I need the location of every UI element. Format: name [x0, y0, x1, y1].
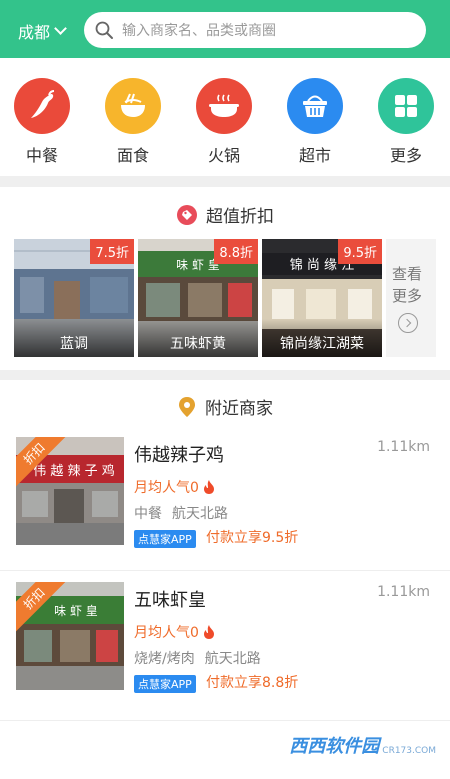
price-tag-icon	[176, 204, 198, 226]
flame-icon	[203, 625, 214, 639]
popularity-text: 月均人气0	[134, 625, 199, 641]
app-badge: 点慧家APP	[134, 530, 196, 548]
hotpot-icon	[196, 78, 252, 134]
deal-name: 锦尚缘江湖菜	[262, 319, 382, 357]
category-label: 火锅	[207, 146, 240, 165]
shop-name: 五味虾皇	[134, 590, 206, 611]
discount-badge: 8.8折	[214, 239, 258, 264]
chevron-down-icon	[54, 22, 67, 35]
deal-card[interactable]: 7.5折 蓝调	[14, 239, 134, 357]
category-chinese-food[interactable]: 中餐	[12, 78, 72, 166]
section-title: 超值折扣	[206, 207, 274, 227]
shop-area: 航天北路	[172, 506, 228, 522]
shop-meta: 中餐 航天北路	[134, 503, 228, 523]
flame-icon	[203, 480, 214, 494]
divider	[0, 570, 450, 571]
category-supermarket[interactable]: 超市	[285, 78, 345, 166]
chili-pepper-icon	[14, 78, 70, 134]
shop-popularity: 月均人气0	[134, 622, 216, 642]
discount-badge: 7.5折	[90, 239, 134, 264]
city-selector[interactable]: 成都	[18, 19, 67, 43]
popularity-text: 月均人气0	[134, 480, 199, 496]
svg-text:味 虾 皇: 味 虾 皇	[176, 258, 220, 272]
svg-text:味 虾 皇: 味 虾 皇	[54, 604, 98, 618]
section-header: 附近商家	[0, 394, 450, 419]
deal-card[interactable]: 味 虾 皇 8.8折 五味虾黄	[138, 239, 258, 357]
shop-list-item[interactable]: 味 虾 皇 折扣 五味虾皇 1.11km 月均人气0 烧烤/烤肉 航天北路 点慧家…	[0, 582, 450, 712]
category-label: 中餐	[25, 146, 58, 165]
section-title: 附近商家	[205, 399, 273, 419]
discount-badge: 9.5折	[338, 239, 382, 264]
category-row: 中餐 面食 火锅 超市 更多	[0, 58, 450, 176]
category-hotpot[interactable]: 火锅	[194, 78, 254, 166]
watermark-logo: 西西软件园 CR173.COM	[289, 732, 436, 758]
view-more-label: 查看更多	[392, 265, 423, 305]
search-placeholder: 输入商家名、品类或商圈	[122, 23, 276, 39]
shop-meta: 烧烤/烤肉 航天北路	[134, 648, 261, 668]
top-bar: 成都 输入商家名、品类或商圈	[0, 0, 450, 58]
shop-name: 伟越辣子鸡	[134, 445, 224, 466]
location-pin-icon	[177, 396, 197, 418]
category-more[interactable]: 更多	[376, 78, 436, 166]
shop-category: 中餐	[134, 506, 162, 522]
shop-distance: 1.11km	[377, 439, 430, 455]
pay-discount-text: 付款立享8.8折	[206, 675, 299, 691]
noodle-bowl-icon	[105, 78, 161, 134]
nearby-section: 附近商家 伟 越 辣 子 鸡 折扣 伟越辣子鸡 1.11km 月均人气0 中餐航…	[0, 380, 450, 720]
shop-popularity: 月均人气0	[134, 477, 216, 497]
pay-discount-text: 付款立享9.5折	[206, 530, 299, 546]
shop-thumbnail: 味 虾 皇 折扣	[16, 582, 124, 690]
deal-name: 五味虾黄	[138, 319, 258, 357]
view-more-button[interactable]: 查看更多	[386, 239, 436, 357]
search-input[interactable]: 输入商家名、品类或商圈	[84, 12, 426, 48]
grid-icon	[378, 78, 434, 134]
shop-thumbnail: 伟 越 辣 子 鸡 折扣	[16, 437, 124, 545]
chevron-right-icon	[398, 313, 418, 333]
category-label: 超市	[298, 146, 331, 165]
category-noodles[interactable]: 面食	[103, 78, 163, 166]
shop-distance: 1.11km	[377, 584, 430, 600]
shopping-basket-icon	[287, 78, 343, 134]
category-label: 更多	[389, 146, 422, 165]
city-label: 成都	[18, 23, 51, 42]
deal-name: 蓝调	[14, 319, 134, 357]
deal-card[interactable]: 锦 尚 缘 江 9.5折 锦尚缘江湖菜	[262, 239, 382, 357]
search-icon	[94, 20, 114, 40]
watermark-text: 西西软件园	[289, 736, 380, 757]
shop-area: 航天北路	[204, 651, 261, 667]
app-badge: 点慧家APP	[134, 675, 196, 693]
discount-section: 超值折扣 7.5折 蓝调 味 虾 皇 8.8折 五味虾黄 锦 尚 缘 江 9.5…	[0, 187, 450, 370]
shop-category: 烧烤/烤肉	[134, 651, 195, 667]
svg-text:伟 越 辣 子 鸡: 伟 越 辣 子 鸡	[33, 463, 115, 479]
shop-list-item[interactable]: 伟 越 辣 子 鸡 折扣 伟越辣子鸡 1.11km 月均人气0 中餐 航天北路 点…	[0, 437, 450, 567]
category-label: 面食	[116, 146, 149, 165]
watermark-sub: CR173.COM	[382, 746, 436, 756]
section-header: 超值折扣	[0, 202, 450, 227]
